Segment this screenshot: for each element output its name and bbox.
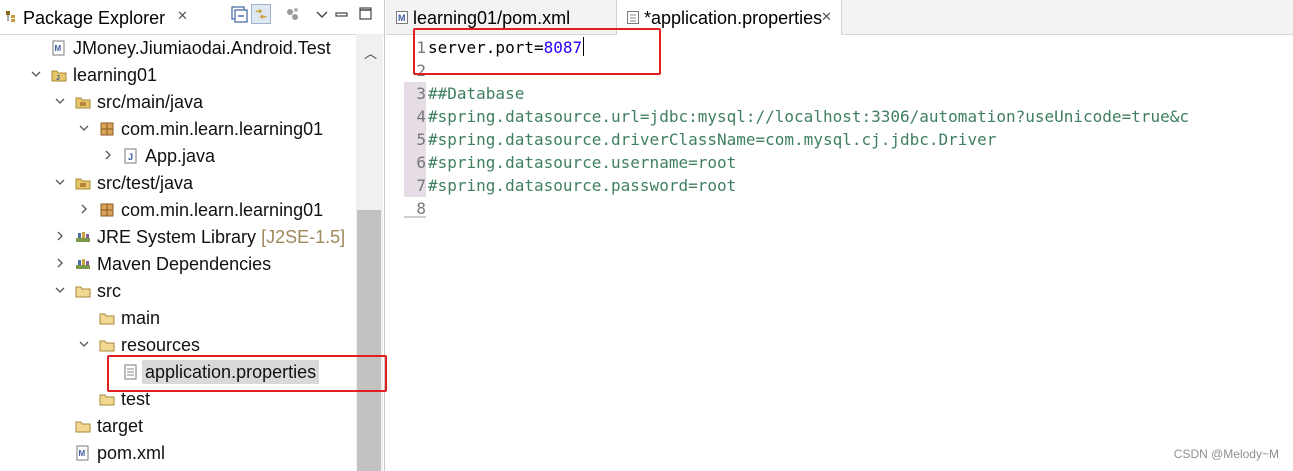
link-with-editor-icon[interactable] <box>251 4 271 24</box>
minimize-icon[interactable] <box>332 4 352 24</box>
tree-item-label: src <box>97 281 121 301</box>
tree-item-label: src/test/java <box>97 173 194 193</box>
library-icon <box>76 259 90 269</box>
tree-item[interactable]: M JMoney.Jiumiaodai.Android.Test <box>0 35 356 61</box>
chevron-down-icon[interactable] <box>31 68 41 80</box>
tree-item[interactable]: src <box>0 278 356 304</box>
line-number: 3 <box>404 82 426 105</box>
highlight-box-port <box>413 28 661 75</box>
scrollbar-thumb[interactable] <box>357 210 381 471</box>
tab-label: learning01/pom.xml <box>413 8 571 28</box>
chevron-down-icon[interactable] <box>55 284 65 296</box>
tree-item-label: com.min.learn.learning01 <box>121 200 324 220</box>
chevron-right-icon[interactable] <box>55 257 65 269</box>
comment-line: ##Database <box>428 84 525 103</box>
tree-item[interactable]: main <box>0 305 356 331</box>
explorer-tab-bar: Package Explorer ✕ <box>0 0 384 35</box>
gutter-end-marker <box>404 216 426 218</box>
tree-item-label: com.min.learn.learning01 <box>121 119 324 139</box>
line-number: 5 <box>404 128 426 151</box>
folder-icon <box>75 286 91 298</box>
tree-item-suffix: [J2SE-1.5] <box>261 227 346 247</box>
watermark: CSDN @Melody~M <box>1173 447 1279 461</box>
svg-text:J: J <box>56 75 60 82</box>
chevron-down-icon[interactable] <box>55 95 65 107</box>
properties-file-icon <box>627 11 639 24</box>
xml-file-icon: M <box>76 445 89 461</box>
maximize-icon[interactable] <box>356 4 376 24</box>
tree-item[interactable]: src/test/java <box>0 170 356 196</box>
comment-line: #spring.datasource.username=root <box>428 153 737 172</box>
package-explorer-view: Package Explorer ✕ M JMoney.Jiumiaodai.An… <box>0 0 385 471</box>
tree-item-label: App.java <box>145 146 216 166</box>
project-icon: M <box>52 40 65 56</box>
chevron-right-icon[interactable] <box>55 230 65 242</box>
close-icon[interactable]: ✕ <box>177 8 188 24</box>
line-number: 7 <box>404 174 426 197</box>
chevron-down-icon[interactable] <box>55 176 65 188</box>
line-number: 4 <box>404 105 426 128</box>
library-icon <box>76 232 90 242</box>
explorer-title: Package Explorer <box>23 8 166 28</box>
highlight-box-file <box>107 355 387 392</box>
package-icon <box>100 122 114 136</box>
maven-project-icon: J <box>51 70 67 82</box>
comment-line: #spring.datasource.password=root <box>428 176 737 195</box>
tree-item-label: JRE System Library [J2SE-1.5] <box>97 227 346 247</box>
tree-item-label: learning01 <box>73 65 158 85</box>
java-file-icon: J <box>124 148 137 164</box>
source-folder-icon <box>75 97 91 109</box>
package-explorer-icon <box>6 11 15 22</box>
close-icon[interactable]: ✕ <box>821 9 832 25</box>
folder-icon <box>99 340 115 352</box>
view-menu-icon[interactable] <box>312 4 332 24</box>
explorer-scrollbar[interactable]: ︿ <box>356 34 383 471</box>
tree-item-label: pom.xml <box>97 443 166 463</box>
tree-item[interactable]: com.min.learn.learning01 <box>0 197 356 223</box>
tree-item-label: resources <box>121 335 201 355</box>
folder-icon <box>75 421 91 433</box>
tree-item[interactable]: target <box>0 413 356 439</box>
tab-package-explorer[interactable]: Package Explorer ✕ <box>0 0 197 34</box>
scroll-up-icon[interactable]: ︿ <box>364 43 377 62</box>
tree-item-label: JMoney.Jiumiaodai.Android.Test <box>73 38 331 58</box>
maven-file-icon: M <box>396 11 408 24</box>
tree-item[interactable]: JRE System Library [J2SE-1.5] <box>0 224 356 250</box>
tree-item[interactable]: Mpom.xml <box>0 440 356 466</box>
svg-text:M: M <box>79 449 86 458</box>
chevron-right-icon[interactable] <box>103 149 113 161</box>
folder-icon <box>99 394 115 406</box>
svg-text:J: J <box>128 152 133 162</box>
tree-item[interactable]: src/main/java <box>0 89 356 115</box>
package-icon <box>100 203 114 217</box>
tree-item-label: Maven Dependencies <box>97 254 272 274</box>
tab-label: *application.properties <box>644 8 823 28</box>
chevron-right-icon[interactable] <box>79 203 89 215</box>
svg-text:M: M <box>55 44 62 53</box>
folder-icon <box>99 313 115 325</box>
tree-item-label: main <box>121 308 161 328</box>
line-number: 6 <box>404 151 426 174</box>
tree-item[interactable]: Jlearning01 <box>0 62 356 88</box>
tree-item-label: src/main/java <box>97 92 204 112</box>
tree-item-label: target <box>97 416 144 436</box>
svg-text:M: M <box>398 13 406 23</box>
collapse-all-icon[interactable] <box>229 4 249 24</box>
project-tree: M JMoney.Jiumiaodai.Android.Test Jlearning… <box>0 34 356 471</box>
comment-line: #spring.datasource.url=jdbc:mysql://loca… <box>428 107 1189 126</box>
source-folder-icon <box>75 178 91 190</box>
tree-item[interactable]: com.min.learn.learning01 <box>0 116 356 142</box>
tree-item[interactable]: J App.java <box>0 143 356 169</box>
chevron-down-icon[interactable] <box>79 122 89 134</box>
comment-line: #spring.datasource.driverClassName=com.m… <box>428 130 997 149</box>
tree-item[interactable]: Maven Dependencies <box>0 251 356 277</box>
chevron-down-icon[interactable] <box>79 338 89 350</box>
focus-icon[interactable] <box>283 4 303 24</box>
